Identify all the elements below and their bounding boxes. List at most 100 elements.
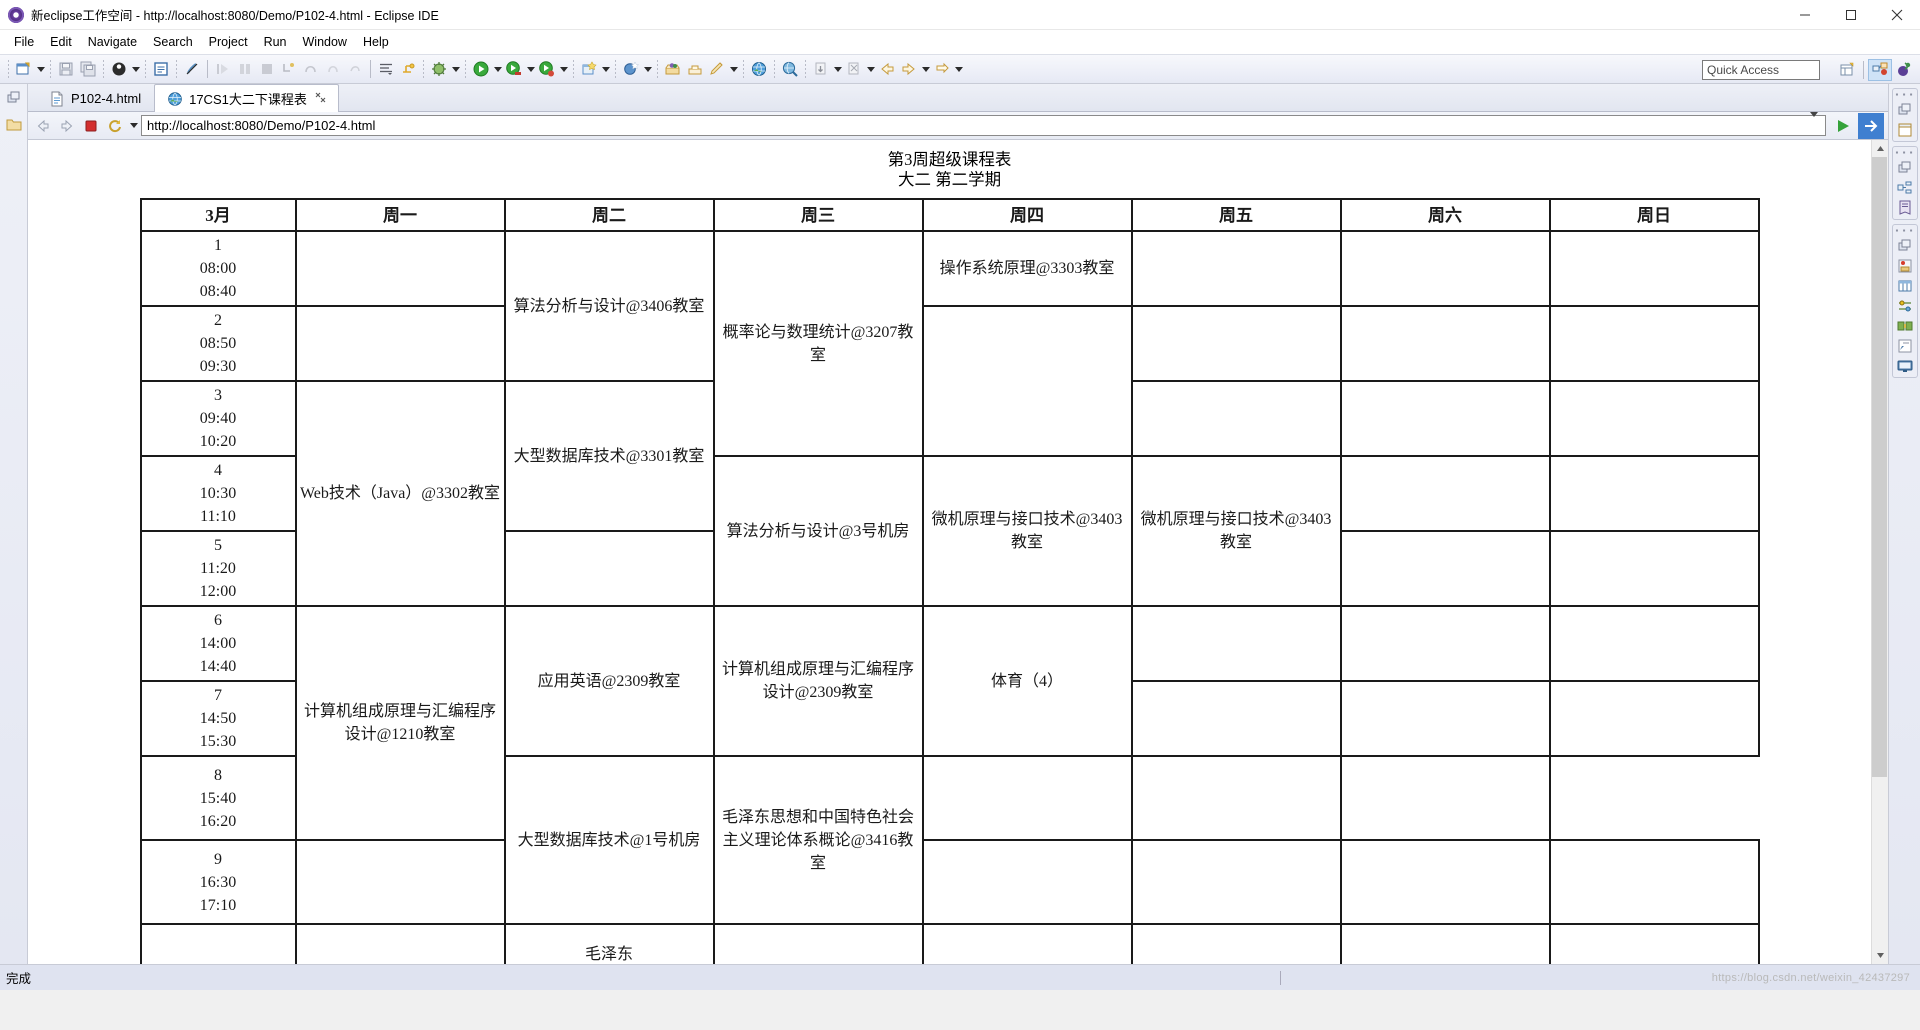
restore-minimized-icon[interactable] <box>1897 160 1913 176</box>
cell-fri-p1 <box>1130 230 1342 307</box>
scroll-up-arrow[interactable] <box>1872 140 1889 157</box>
tab-close-icon[interactable] <box>315 92 326 106</box>
drag-handle-dots[interactable]: ▪ ▪ ▪ <box>1896 149 1914 157</box>
export-icon[interactable] <box>684 58 706 80</box>
next-annotation-dropdown[interactable] <box>865 58 876 80</box>
previous-edit-icon[interactable] <box>810 58 832 80</box>
external-tools-dropdown[interactable] <box>450 58 461 80</box>
terminate-icon[interactable] <box>256 58 278 80</box>
ant-build-icon[interactable] <box>397 58 419 80</box>
open-type-icon[interactable] <box>375 58 397 80</box>
step-into-icon[interactable] <box>278 58 300 80</box>
menu-navigate[interactable]: Navigate <box>80 32 145 52</box>
vertical-scrollbar[interactable] <box>1871 140 1888 964</box>
debug-server-icon[interactable] <box>536 58 558 80</box>
refresh-dropdown-icon[interactable] <box>128 115 139 137</box>
console-view-icon[interactable] <box>1897 358 1913 374</box>
menu-search[interactable]: Search <box>145 32 201 52</box>
quick-access-input[interactable]: Quick Access <box>1702 60 1820 80</box>
outline-view-icon[interactable] <box>1897 180 1913 196</box>
snippets-view-icon[interactable] <box>1897 318 1913 334</box>
debug-icon[interactable] <box>108 58 130 80</box>
run-icon[interactable] <box>470 58 492 80</box>
new-class-icon[interactable] <box>620 58 642 80</box>
java-perspective-icon[interactable] <box>1892 59 1916 81</box>
tab-p102-4-html[interactable]: P102-4.html <box>36 85 154 111</box>
new-wizard-dropdown[interactable] <box>35 58 46 80</box>
toolbar-separator <box>573 60 574 78</box>
url-dropdown-icon[interactable] <box>1810 111 1818 117</box>
cell-sat-p7 <box>1339 680 1551 757</box>
link-break-icon[interactable] <box>181 58 203 80</box>
menu-project[interactable]: Project <box>201 32 256 52</box>
tab-17cs1-schedule[interactable]: 17CS1大二下课程表 <box>154 84 339 112</box>
drag-handle-dots[interactable]: ▪ ▪ ▪ <box>1896 227 1914 235</box>
run-resume-icon[interactable] <box>212 58 234 80</box>
refresh-icon[interactable] <box>104 115 126 137</box>
next-annotation-icon[interactable] <box>843 58 865 80</box>
servers-view-icon[interactable] <box>1897 258 1913 274</box>
open-perspective-icon[interactable] <box>1835 59 1859 81</box>
new-class-dropdown[interactable] <box>642 58 653 80</box>
new-java-project-icon[interactable] <box>578 58 600 80</box>
menu-run[interactable]: Run <box>256 32 295 52</box>
workspace: P102-4.html 17CS1大二下课程表 http://localhost… <box>0 84 1920 964</box>
edit-dropdown[interactable] <box>728 58 739 80</box>
back-icon[interactable] <box>876 58 898 80</box>
run-server-dropdown[interactable] <box>525 58 536 80</box>
debug-dropdown[interactable] <box>130 58 141 80</box>
course-thu-pe: 体育（4） <box>921 605 1133 757</box>
search-globe-icon[interactable] <box>779 58 801 80</box>
data-table-icon[interactable] <box>1897 278 1913 294</box>
perspective-switcher <box>1835 55 1916 85</box>
run-server-icon[interactable] <box>503 58 525 80</box>
new-java-project-dropdown[interactable] <box>600 58 611 80</box>
save-all-icon[interactable] <box>77 58 99 80</box>
maximize-button[interactable] <box>1828 0 1874 30</box>
minimize-button[interactable] <box>1782 0 1828 30</box>
java-ee-perspective-icon[interactable] <box>1868 59 1892 81</box>
edit-icon[interactable] <box>706 58 728 80</box>
open-external-browser-button[interactable] <box>1858 112 1884 139</box>
run-dropdown[interactable] <box>492 58 503 80</box>
suspend-icon[interactable] <box>234 58 256 80</box>
properties-view-icon[interactable] <box>1897 298 1913 314</box>
forward-icon[interactable] <box>898 58 920 80</box>
save-icon[interactable] <box>55 58 77 80</box>
window-controls <box>1782 0 1920 30</box>
course-tue-english: 应用英语@2309教室 <box>503 605 715 757</box>
previous-edit-dropdown[interactable] <box>832 58 843 80</box>
restore-minimized-icon[interactable] <box>1897 102 1913 118</box>
stop-icon[interactable] <box>80 115 102 137</box>
menu-help[interactable]: Help <box>355 32 397 52</box>
restore-minimized-icon[interactable] <box>1897 238 1913 254</box>
forward-alt-icon[interactable] <box>931 58 953 80</box>
scrollbar-thumb[interactable] <box>1872 157 1887 777</box>
web-browser-icon[interactable] <box>748 58 770 80</box>
external-tools-icon[interactable] <box>428 58 450 80</box>
menu-edit[interactable]: Edit <box>42 32 80 52</box>
url-input[interactable]: http://localhost:8080/Demo/P102-4.html <box>141 115 1826 136</box>
project-explorer-icon[interactable] <box>6 116 22 132</box>
debug-server-dropdown[interactable] <box>558 58 569 80</box>
package-icon[interactable] <box>662 58 684 80</box>
task-list-icon[interactable] <box>1897 200 1913 216</box>
step-return-icon[interactable] <box>322 58 344 80</box>
new-wizard-icon[interactable] <box>13 58 35 80</box>
menu-file[interactable]: File <box>6 32 42 52</box>
console-icon[interactable] <box>150 58 172 80</box>
restore-minimized-icon[interactable] <box>6 90 22 106</box>
menu-window[interactable]: Window <box>295 32 355 52</box>
step-over-icon[interactable] <box>300 58 322 80</box>
forward-dropdown[interactable] <box>920 58 931 80</box>
drag-handle-dots[interactable]: ▪ ▪ ▪ <box>1896 91 1914 99</box>
markers-view-icon[interactable] <box>1897 338 1913 354</box>
close-button[interactable] <box>1874 0 1920 30</box>
scroll-down-arrow[interactable] <box>1872 947 1889 964</box>
go-button[interactable] <box>1830 113 1856 139</box>
forward-arrow-icon[interactable] <box>56 115 78 137</box>
forward-alt-dropdown[interactable] <box>953 58 964 80</box>
drop-to-frame-icon[interactable] <box>344 58 366 80</box>
editor-window-icon[interactable] <box>1897 122 1913 138</box>
back-arrow-icon[interactable] <box>32 115 54 137</box>
